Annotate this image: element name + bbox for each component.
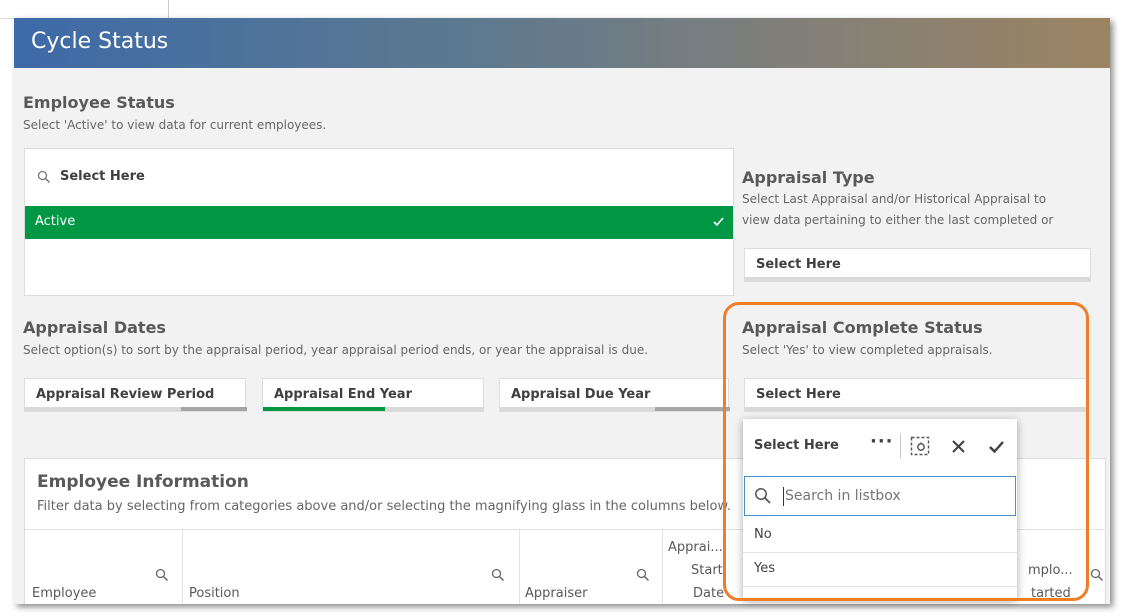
selection-bar-fill [181, 407, 247, 411]
list-item-label: Yes [754, 561, 775, 576]
selection-bar-fill [263, 407, 385, 411]
search-icon[interactable] [37, 170, 51, 184]
column-header-appraisal-start-line2[interactable]: Start [691, 563, 723, 578]
selection-bar [745, 407, 1088, 411]
appraisal-complete-status-title: Appraisal Complete Status [742, 318, 983, 337]
column-header-employee[interactable]: Employee [32, 586, 96, 601]
column-divider [182, 529, 183, 604]
employee-information-description: Filter data by selecting from categories… [37, 499, 732, 514]
appraisal-complete-status-select[interactable]: Select Here [744, 378, 1089, 412]
list-item-label: No [754, 527, 772, 542]
confirm-check-icon[interactable] [988, 439, 1005, 454]
column-search-icon[interactable] [1090, 568, 1104, 582]
column-search-icon[interactable] [636, 568, 650, 582]
filter-appraisal-due-year[interactable]: Appraisal Due Year [499, 378, 730, 412]
appraisal-dates-title: Appraisal Dates [23, 318, 166, 337]
filter-label: Appraisal Review Period [36, 387, 215, 402]
appraisal-type-title: Appraisal Type [742, 168, 875, 187]
search-icon [755, 488, 771, 504]
appraisal-complete-status-description: Select 'Yes' to view completed appraisal… [742, 343, 993, 357]
column-divider [519, 529, 520, 604]
sheet-title: Cycle Status [31, 29, 169, 54]
column-header-employee-started-line1[interactable]: mplo... [1028, 563, 1073, 578]
checkmark-icon [713, 217, 724, 227]
column-search-icon[interactable] [155, 568, 169, 582]
employee-status-title: Employee Status [23, 93, 175, 112]
selection-tool-icon[interactable] [910, 436, 930, 456]
list-item-label: Active [35, 214, 76, 229]
appraisal-type-select-label: Select Here [756, 257, 841, 272]
selection-bar-fill [655, 407, 730, 411]
list-item-active[interactable]: Active [25, 206, 733, 239]
list-item-yes[interactable]: Yes [743, 553, 1017, 587]
column-header-appraisal-start-line3[interactable]: Date [693, 586, 724, 601]
filter-label: Appraisal End Year [274, 387, 412, 402]
listbox-search-input[interactable] [785, 485, 1005, 507]
column-header-appraiser[interactable]: Appraiser [525, 586, 587, 601]
popover-title: Select Here [754, 438, 839, 453]
selection-bar [745, 277, 1090, 281]
column-header-position[interactable]: Position [189, 586, 240, 601]
list-item-no[interactable]: No [743, 519, 1017, 553]
filter-appraisal-end-year[interactable]: Appraisal End Year [262, 378, 484, 412]
text-caret [783, 487, 784, 506]
appraisal-dates-description: Select option(s) to sort by the appraisa… [23, 343, 649, 357]
listbox-search-field[interactable] [744, 476, 1016, 516]
column-header-employee-started-line2[interactable]: tarted [1031, 586, 1071, 601]
employee-status-search-label[interactable]: Select Here [60, 169, 145, 184]
top-tab-edge [0, 0, 169, 19]
filter-appraisal-review-period[interactable]: Appraisal Review Period [24, 378, 247, 412]
filter-label: Appraisal Due Year [511, 387, 651, 402]
close-icon[interactable] [951, 439, 966, 454]
appraisal-type-description-line2: view data pertaining to either the last … [742, 213, 1054, 227]
column-header-appraisal-start-line1[interactable]: Apprai... [668, 540, 723, 555]
listbox-popover: Select Here ··· No Yes [743, 419, 1017, 599]
appraisal-type-description-line1: Select Last Appraisal and/or Historical … [742, 192, 1047, 206]
title-bar: Cycle Status [14, 18, 1110, 68]
employee-status-listbox: Select Here Active [24, 148, 734, 296]
toolbar-divider [900, 433, 901, 459]
more-options-icon[interactable]: ··· [870, 431, 894, 452]
column-divider [662, 529, 663, 604]
employee-status-description: Select 'Active' to view data for current… [23, 118, 327, 132]
employee-information-title: Employee Information [37, 472, 249, 492]
appraisal-complete-status-select-label: Select Here [756, 387, 841, 402]
column-search-icon[interactable] [491, 568, 505, 582]
appraisal-type-select[interactable]: Select Here [744, 248, 1091, 282]
